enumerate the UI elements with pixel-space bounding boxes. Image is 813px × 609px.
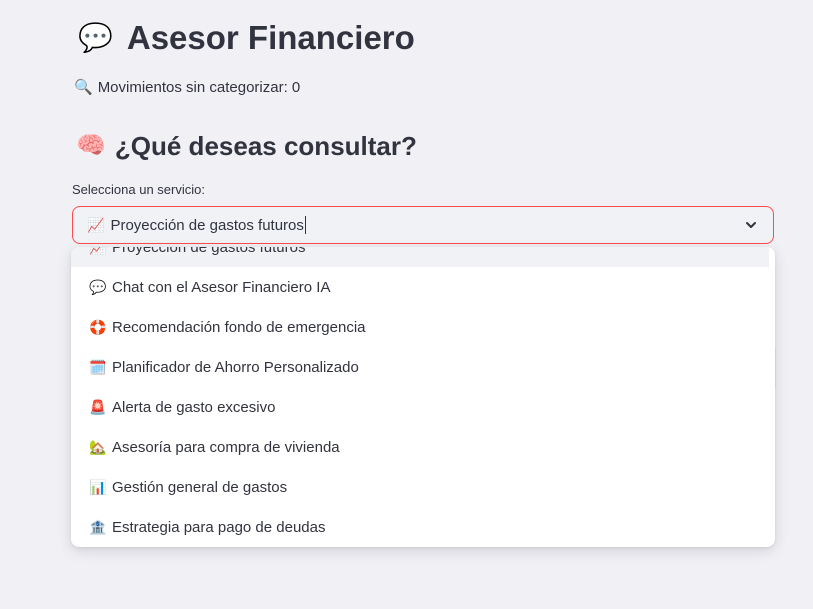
speech-bubble-icon: 💬	[89, 278, 107, 295]
option-label: Alerta de gasto excesivo	[112, 398, 276, 416]
page-title: 💬 Asesor Financiero	[78, 14, 415, 62]
option-label: Asesoría para compra de vivienda	[112, 438, 340, 456]
service-options-list: 📈 Proyección de gastos futuros 💬 Chat co…	[71, 247, 775, 547]
option-label: Planificador de Ahorro Personalizado	[112, 358, 359, 376]
option-proyeccion-gastos[interactable]: 📈 Proyección de gastos futuros	[71, 247, 769, 267]
chart-increasing-icon: 📈	[89, 247, 107, 256]
brain-icon: 🧠	[76, 132, 106, 159]
uncategorized-text: Movimientos sin categorizar: 0	[97, 79, 301, 96]
service-select-label: Selecciona un servicio:	[72, 182, 205, 197]
speech-bubble-icon: 💬	[78, 22, 113, 53]
option-alerta-gasto[interactable]: 🚨 Alerta de gasto excesivo	[71, 387, 769, 427]
option-label: Estrategia para pago de deudas	[112, 518, 326, 536]
text-cursor	[304, 216, 306, 234]
option-label: Gestión general de gastos	[112, 478, 288, 496]
option-compra-vivienda[interactable]: 🏡 Asesoría para compra de vivienda	[71, 427, 769, 467]
calendar-icon: 🗓️	[89, 358, 107, 375]
option-pago-deudas[interactable]: 🏦 Estrategia para pago de deudas	[71, 507, 769, 547]
option-label: Recomendación fondo de emergencia	[112, 318, 366, 336]
option-planificador-ahorro[interactable]: 🗓️ Planificador de Ahorro Personalizado	[71, 347, 769, 387]
app-page: 💬 Asesor Financiero 🔍 Movimientos sin ca…	[0, 0, 813, 609]
service-select[interactable]: 📈 Proyección de gastos futuros	[72, 206, 774, 244]
option-label: Chat con el Asesor Financiero IA	[112, 278, 331, 296]
page-title-text: Asesor Financiero	[126, 19, 415, 56]
lifebuoy-icon: 🛟	[89, 318, 107, 335]
chart-increasing-icon: 📈	[87, 216, 105, 233]
section-heading: 🧠 ¿Qué deseas consultar?	[76, 128, 417, 164]
siren-icon: 🚨	[89, 398, 107, 415]
house-icon: 🏡	[89, 438, 107, 455]
uncategorized-status: 🔍 Movimientos sin categorizar: 0	[74, 78, 300, 98]
option-chat-asesor[interactable]: 💬 Chat con el Asesor Financiero IA	[71, 267, 769, 307]
chevron-down-icon[interactable]	[743, 217, 759, 233]
option-fondo-emergencia[interactable]: 🛟 Recomendación fondo de emergencia	[71, 307, 769, 347]
bank-icon: 🏦	[89, 518, 107, 535]
section-heading-text: ¿Qué deseas consultar?	[114, 131, 417, 161]
option-label: Proyección de gastos futuros	[112, 247, 306, 256]
option-gestion-gastos[interactable]: 📊 Gestión general de gastos	[71, 467, 769, 507]
service-select-value: Proyección de gastos futuros	[110, 216, 304, 234]
magnifier-icon: 🔍	[74, 79, 93, 96]
bar-chart-icon: 📊	[89, 478, 107, 495]
